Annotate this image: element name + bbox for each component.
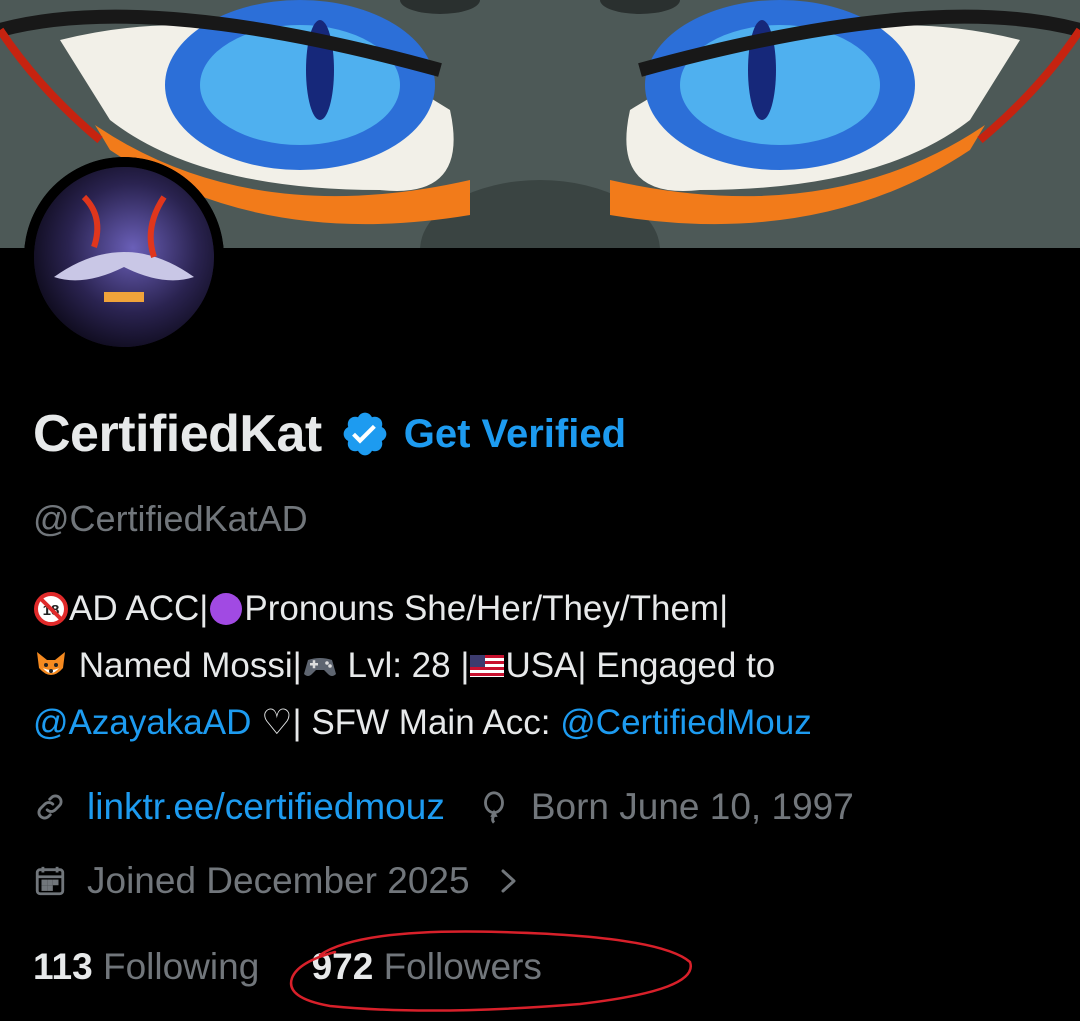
followers-label: Followers [383,946,542,987]
get-verified-link[interactable]: Get Verified [404,412,626,457]
calendar-icon [33,864,67,898]
bio-text: Named Mossi| [69,646,302,685]
bio-text: AD ACC| [69,589,209,628]
bio-text: ♡| SFW Main Acc: [251,703,561,742]
followers-count: 972 [311,946,374,987]
purple-circle-icon [208,591,244,627]
bio-line-2: Named Mossi| Lvl: 28 | USA| Engaged to [33,637,1043,694]
followers-stat[interactable]: 972 Followers [312,946,542,987]
balloon-icon [477,790,511,824]
profile-avatar[interactable] [24,157,224,357]
following-count: 113 [33,946,93,987]
fox-face-icon [33,648,69,684]
no-under-18-icon: 18 [33,591,69,627]
name-row: CertifiedKat Get Verified [33,398,626,470]
verified-badge-icon[interactable] [340,409,390,459]
link-icon [33,790,67,824]
bio-line-1: 18 AD ACC| Pronouns She/Her/They/Them| [33,580,1043,637]
follow-stats: 113 Following 972 Followers [33,946,542,988]
following-stat[interactable]: 113 Following [33,946,259,987]
bio-text: Lvl: 28 | [337,646,470,685]
following-label: Following [102,946,260,987]
mention-azayaka[interactable]: @AzayakaAD [33,703,251,742]
profile-website-link[interactable]: linktr.ee/certifiedmouz [87,786,445,828]
us-flag-icon [469,648,505,684]
game-controller-icon [302,648,338,684]
chevron-right-icon[interactable] [498,864,520,898]
display-name: CertifiedKat [33,405,322,463]
profile-bio: 18 AD ACC| Pronouns She/Her/They/Them| N… [33,580,1043,751]
meta-row-1: linktr.ee/certifiedmouz Born June 10, 19… [33,786,854,828]
meta-row-2[interactable]: Joined December 2025 [33,860,520,902]
bio-text: USA| Engaged to [505,646,776,685]
profile-handle: @CertifiedKatAD [33,498,308,539]
bio-line-3: @AzayakaAD ♡| SFW Main Acc: @CertifiedMo… [33,694,1043,751]
bio-text: Pronouns She/Her/They/Them| [244,589,729,628]
joined-text: Joined December 2025 [87,860,470,901]
mention-certifiedmouz[interactable]: @CertifiedMouz [560,703,811,742]
birthday-text: Born June 10, 1997 [530,786,854,827]
avatar-image [24,157,224,357]
